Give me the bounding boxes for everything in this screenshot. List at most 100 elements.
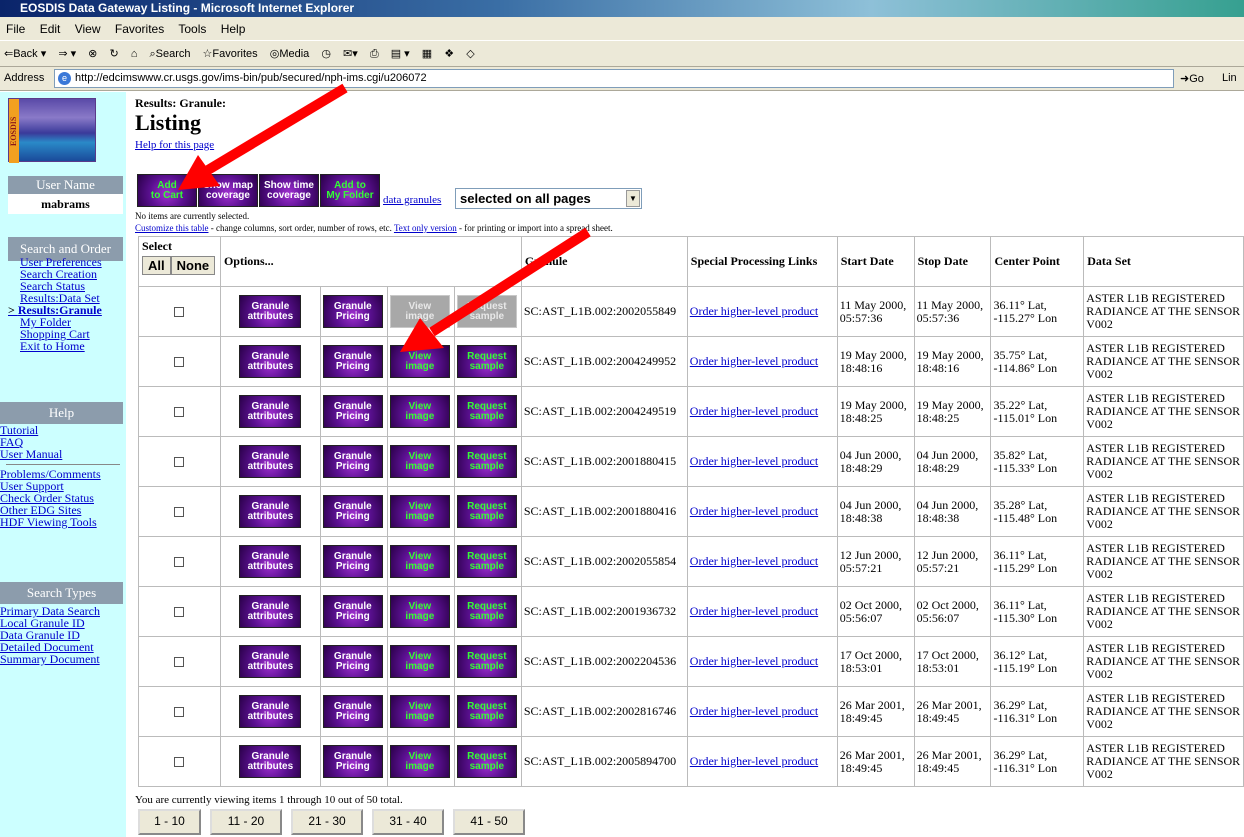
granule-pricing-button[interactable]: Granule Pricing — [322, 495, 383, 528]
row-checkbox[interactable] — [174, 306, 185, 317]
go-button[interactable]: ➜Go — [1180, 72, 1204, 85]
request-sample-button[interactable]: Request sample — [456, 495, 517, 528]
request-sample-button[interactable]: Request sample — [456, 595, 517, 628]
favorites-button[interactable]: ☆Favorites — [203, 48, 258, 60]
granule-attributes-button[interactable]: Granule attributes — [239, 495, 302, 528]
media-button[interactable]: ◎Media — [270, 48, 310, 60]
link-summary-document[interactable]: Summary Document — [0, 653, 126, 665]
view-image-button[interactable]: View image — [389, 745, 450, 778]
granule-pricing-button[interactable]: Granule Pricing — [322, 645, 383, 678]
menu-help[interactable]: Help — [221, 22, 246, 36]
request-sample-button[interactable]: Request sample — [456, 395, 517, 428]
help-for-page-link[interactable]: Help for this page — [135, 139, 214, 151]
granule-attributes-button[interactable]: Granule attributes — [239, 545, 302, 578]
show-time-coverage-button[interactable]: Show time coverage — [259, 174, 319, 207]
menu-file[interactable]: File — [6, 22, 25, 36]
menu-view[interactable]: View — [75, 22, 101, 36]
link-exit-to-home[interactable]: Exit to Home — [8, 340, 126, 352]
row-checkbox[interactable] — [174, 656, 185, 667]
select-all-button[interactable]: All — [142, 256, 171, 275]
granule-attributes-button[interactable]: Granule attributes — [239, 345, 302, 378]
granule-attributes-button[interactable]: Granule attributes — [239, 645, 302, 678]
other-icon[interactable]: ◇ — [466, 48, 474, 60]
request-sample-button[interactable]: Request sample — [456, 295, 517, 328]
text-only-version-link[interactable]: Text only version — [394, 223, 457, 233]
stop-date-header[interactable]: Stop Date — [913, 236, 992, 287]
order-higher-level-link[interactable]: Order higher-level product — [690, 604, 818, 618]
chevron-down-icon[interactable]: ▼ — [626, 190, 640, 207]
menu-tools[interactable]: Tools — [178, 22, 206, 36]
view-image-button[interactable]: View image — [389, 645, 450, 678]
request-sample-button[interactable]: Request sample — [456, 695, 517, 728]
granule-attributes-button[interactable]: Granule attributes — [239, 395, 302, 428]
discuss-icon[interactable]: ▦ — [422, 48, 432, 60]
print-icon[interactable]: ⎙ — [370, 48, 379, 60]
request-sample-button[interactable]: Request sample — [456, 345, 517, 378]
order-higher-level-link[interactable]: Order higher-level product — [690, 404, 818, 418]
granule-pricing-button[interactable]: Granule Pricing — [322, 345, 383, 378]
add-to-cart-button[interactable]: Add to Cart — [137, 174, 197, 207]
page-button-1[interactable]: 1 - 10 — [138, 809, 201, 835]
row-checkbox[interactable] — [174, 406, 185, 417]
row-checkbox[interactable] — [174, 356, 185, 367]
eosdis-logo[interactable]: EOSDIS — [8, 98, 96, 163]
mail-icon[interactable]: ✉▾ — [343, 48, 358, 60]
refresh-icon[interactable]: ↻ — [109, 48, 118, 60]
request-sample-button[interactable]: Request sample — [456, 445, 517, 478]
add-to-my-folder-button[interactable]: Add to My Folder — [320, 174, 380, 207]
history-icon[interactable]: ◷ — [321, 48, 331, 60]
view-image-button[interactable]: View image — [389, 445, 450, 478]
granule-pricing-button[interactable]: Granule Pricing — [322, 395, 383, 428]
request-sample-button[interactable]: Request sample — [456, 745, 517, 778]
menu-favorites[interactable]: Favorites — [115, 22, 164, 36]
view-image-button[interactable]: View image — [389, 495, 450, 528]
row-checkbox[interactable] — [174, 456, 185, 467]
center-point-header[interactable]: Center Point — [990, 236, 1085, 287]
granule-pricing-button[interactable]: Granule Pricing — [322, 695, 383, 728]
row-checkbox[interactable] — [174, 556, 185, 567]
order-higher-level-link[interactable]: Order higher-level product — [690, 754, 818, 768]
granule-attributes-button[interactable]: Granule attributes — [239, 695, 302, 728]
granule-attributes-button[interactable]: Granule attributes — [239, 445, 302, 478]
start-date-header[interactable]: Start Date — [836, 236, 915, 287]
request-sample-button[interactable]: Request sample — [456, 645, 517, 678]
view-image-button[interactable]: View image — [389, 295, 450, 328]
search-button[interactable]: ⌕Search — [149, 48, 190, 60]
show-map-coverage-button[interactable]: Show map coverage — [198, 174, 258, 207]
links-button[interactable]: Lin — [1222, 72, 1237, 84]
view-image-button[interactable]: View image — [389, 595, 450, 628]
granule-pricing-button[interactable]: Granule Pricing — [322, 745, 383, 778]
link-user-manual[interactable]: User Manual — [0, 448, 126, 460]
scope-select[interactable]: selected on all pages ▼ — [455, 188, 642, 209]
granule-attributes-button[interactable]: Granule attributes — [239, 745, 302, 778]
back-button[interactable]: ⇐Back ▾ — [4, 48, 46, 60]
home-icon[interactable]: ⌂ — [131, 48, 138, 60]
page-button-3[interactable]: 21 - 30 — [291, 809, 363, 835]
data-granules-link[interactable]: data granules — [383, 194, 441, 206]
order-higher-level-link[interactable]: Order higher-level product — [690, 704, 818, 718]
granule-pricing-button[interactable]: Granule Pricing — [322, 545, 383, 578]
granule-attributes-button[interactable]: Granule attributes — [239, 595, 302, 628]
select-none-button[interactable]: None — [170, 256, 216, 275]
row-checkbox[interactable] — [174, 706, 185, 717]
special-processing-header[interactable]: Special Processing Links — [686, 236, 838, 287]
view-image-button[interactable]: View image — [389, 545, 450, 578]
page-button-2[interactable]: 11 - 20 — [210, 809, 282, 835]
order-higher-level-link[interactable]: Order higher-level product — [690, 354, 818, 368]
granule-attributes-button[interactable]: Granule attributes — [239, 295, 302, 328]
granule-pricing-button[interactable]: Granule Pricing — [322, 445, 383, 478]
order-higher-level-link[interactable]: Order higher-level product — [690, 504, 818, 518]
link-hdf-viewing-tools[interactable]: HDF Viewing Tools — [0, 516, 126, 528]
row-checkbox[interactable] — [174, 756, 185, 767]
order-higher-level-link[interactable]: Order higher-level product — [690, 554, 818, 568]
row-checkbox[interactable] — [174, 606, 185, 617]
order-higher-level-link[interactable]: Order higher-level product — [690, 654, 818, 668]
granule-header[interactable]: Granule — [520, 236, 688, 287]
data-set-header[interactable]: Data Set — [1083, 236, 1244, 287]
customize-table-link[interactable]: Customize this table — [135, 223, 209, 233]
granule-pricing-button[interactable]: Granule Pricing — [322, 595, 383, 628]
request-sample-button[interactable]: Request sample — [456, 545, 517, 578]
edit-icon[interactable]: ▤ ▾ — [391, 48, 410, 60]
stop-icon[interactable]: ⊗ — [88, 48, 97, 60]
granule-pricing-button[interactable]: Granule Pricing — [322, 295, 383, 328]
